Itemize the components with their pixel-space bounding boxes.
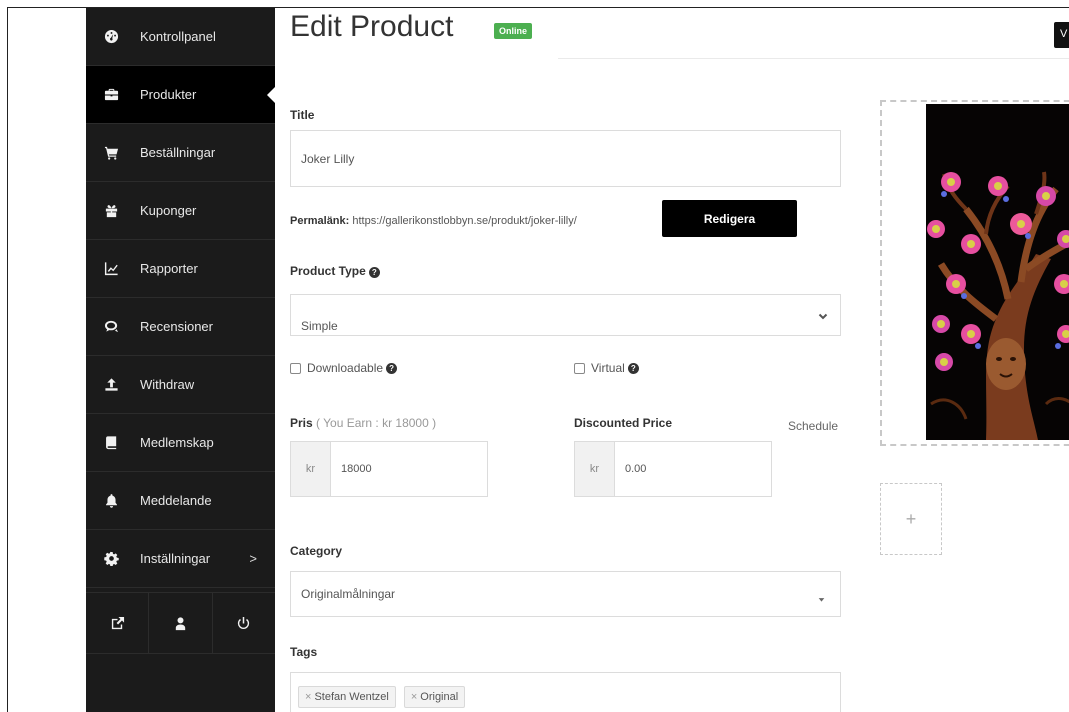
sidebar-item-meddelande[interactable]: Meddelande [86, 472, 275, 530]
status-badge: Online [494, 23, 533, 39]
book-icon [100, 435, 122, 450]
discounted-price-input[interactable]: kr 0.00 [574, 441, 772, 497]
sidebar-item-label: Meddelande [140, 493, 212, 508]
view-product-button[interactable]: V [1054, 22, 1069, 48]
virtual-label: Virtual [591, 361, 625, 375]
help-icon: ? [386, 362, 398, 374]
sidebar-item-rapporter[interactable]: Rapporter [86, 240, 275, 298]
price-label: Pris ( You Earn : kr 18000 ) [290, 416, 436, 430]
category-value: Originalmålningar [301, 587, 396, 601]
sidebar-footer [86, 592, 275, 654]
sidebar-item-bestallningar[interactable]: Beställningar [86, 124, 275, 182]
sidebar-item-label: Withdraw [140, 377, 195, 392]
dashboard-icon [100, 29, 122, 44]
painting-artwork [926, 104, 1069, 440]
edit-permalink-button[interactable]: Redigera [662, 200, 797, 237]
tags-input[interactable]: × Stefan Wentzel × Original [290, 672, 841, 712]
sidebar-item-medlemskap[interactable]: Medlemskap [86, 414, 275, 472]
title-input[interactable]: Joker Lilly [290, 130, 841, 187]
cart-icon [100, 145, 122, 160]
sidebar-item-label: Rapporter [140, 261, 198, 276]
tag-chip[interactable]: × Stefan Wentzel [298, 685, 396, 708]
discounted-price-label: Discounted Price [574, 416, 673, 430]
downloadable-checkbox[interactable]: Downloadable? [290, 361, 398, 375]
downloadable-label: Downloadable [307, 361, 384, 375]
comments-icon [100, 319, 122, 334]
category-label: Category [290, 544, 343, 558]
title-input-value: Joker Lilly [301, 151, 355, 166]
checkbox-box[interactable] [574, 362, 585, 374]
briefcase-icon [100, 87, 122, 102]
sidebar-item-produkter[interactable]: Produkter [86, 66, 276, 124]
virtual-checkbox[interactable]: Virtual? [574, 361, 639, 375]
sidebar-item-label: Produkter [140, 87, 197, 102]
product-image[interactable] [926, 104, 1069, 440]
power-icon [238, 616, 250, 629]
product-type-value: Simple [301, 319, 338, 333]
category-select[interactable]: Originalmålningar [290, 571, 841, 617]
gift-icon [100, 203, 122, 218]
permalink: Permalänk: https://gallerikonstlobbyn.se… [290, 215, 577, 227]
currency-addon: kr [291, 442, 331, 496]
sidebar-item-withdraw[interactable]: Withdraw [86, 356, 275, 414]
discounted-price-value: 0.00 [625, 463, 647, 475]
tags-label: Tags [290, 645, 318, 659]
chart-icon [100, 261, 122, 276]
you-earn-text: ( You Earn : kr 18000 ) [316, 416, 437, 430]
remove-tag-icon[interactable]: × [305, 691, 311, 703]
tag-chip[interactable]: × Original [403, 685, 466, 708]
logout-button[interactable] [213, 593, 275, 653]
chevron-right-icon: > [249, 551, 257, 566]
product-type-label-text: Product Type [290, 264, 366, 278]
product-type-select[interactable]: Simple [290, 294, 841, 336]
gear-icon [100, 551, 122, 566]
help-icon: ? [368, 267, 380, 278]
chevron-down-icon [818, 310, 828, 320]
sidebar-item-label: Kontrollpanel [140, 29, 216, 44]
currency-addon: kr [575, 442, 615, 496]
sidebar-item-installningar[interactable]: Inställningar > [86, 530, 275, 588]
permalink-url[interactable]: https://gallerikonstlobbyn.se/produkt/jo… [352, 215, 576, 227]
tag-label: Original [420, 690, 459, 703]
add-gallery-image-button[interactable]: + [880, 483, 942, 555]
price-label-text: Pris [290, 416, 313, 430]
app-frame: Kontrollpanel Produkter Beställningar Ku… [7, 7, 1069, 712]
price-input[interactable]: kr 18000 [290, 441, 488, 497]
sidebar-item-label: Kuponger [140, 203, 197, 218]
sidebar-item-kontrollpanel[interactable]: Kontrollpanel [86, 8, 275, 66]
sidebar: Kontrollpanel Produkter Beställningar Ku… [86, 8, 276, 712]
sidebar-item-label: Recensioner [140, 319, 213, 334]
sidebar-item-label: Beställningar [140, 145, 216, 160]
plus-icon: + [905, 508, 917, 529]
upload-icon [100, 377, 122, 392]
product-type-label: Product Type? [290, 264, 380, 278]
sidebar-item-label: Inställningar [140, 551, 211, 566]
help-icon: ? [627, 362, 639, 374]
profile-button[interactable] [149, 593, 213, 653]
header-divider [558, 58, 1069, 59]
sidebar-item-label: Medlemskap [140, 435, 214, 450]
tag-label: Stefan Wentzel [314, 690, 389, 703]
sidebar-item-kuponger[interactable]: Kuponger [86, 182, 275, 240]
caret-down-icon [818, 592, 828, 602]
price-value: 18000 [341, 463, 372, 475]
sidebar-item-recensioner[interactable]: Recensioner [86, 298, 275, 356]
permalink-label: Permalänk: [290, 215, 350, 227]
title-label: Title [290, 108, 315, 122]
bell-icon [100, 493, 122, 508]
schedule-link[interactable]: Schedule [788, 419, 838, 433]
remove-tag-icon[interactable]: × [411, 691, 417, 703]
external-link-button[interactable] [86, 593, 150, 653]
checkbox-box[interactable] [290, 362, 301, 374]
user-icon [175, 616, 186, 630]
page-title: Edit Product [290, 10, 454, 43]
external-link-icon [111, 616, 124, 629]
